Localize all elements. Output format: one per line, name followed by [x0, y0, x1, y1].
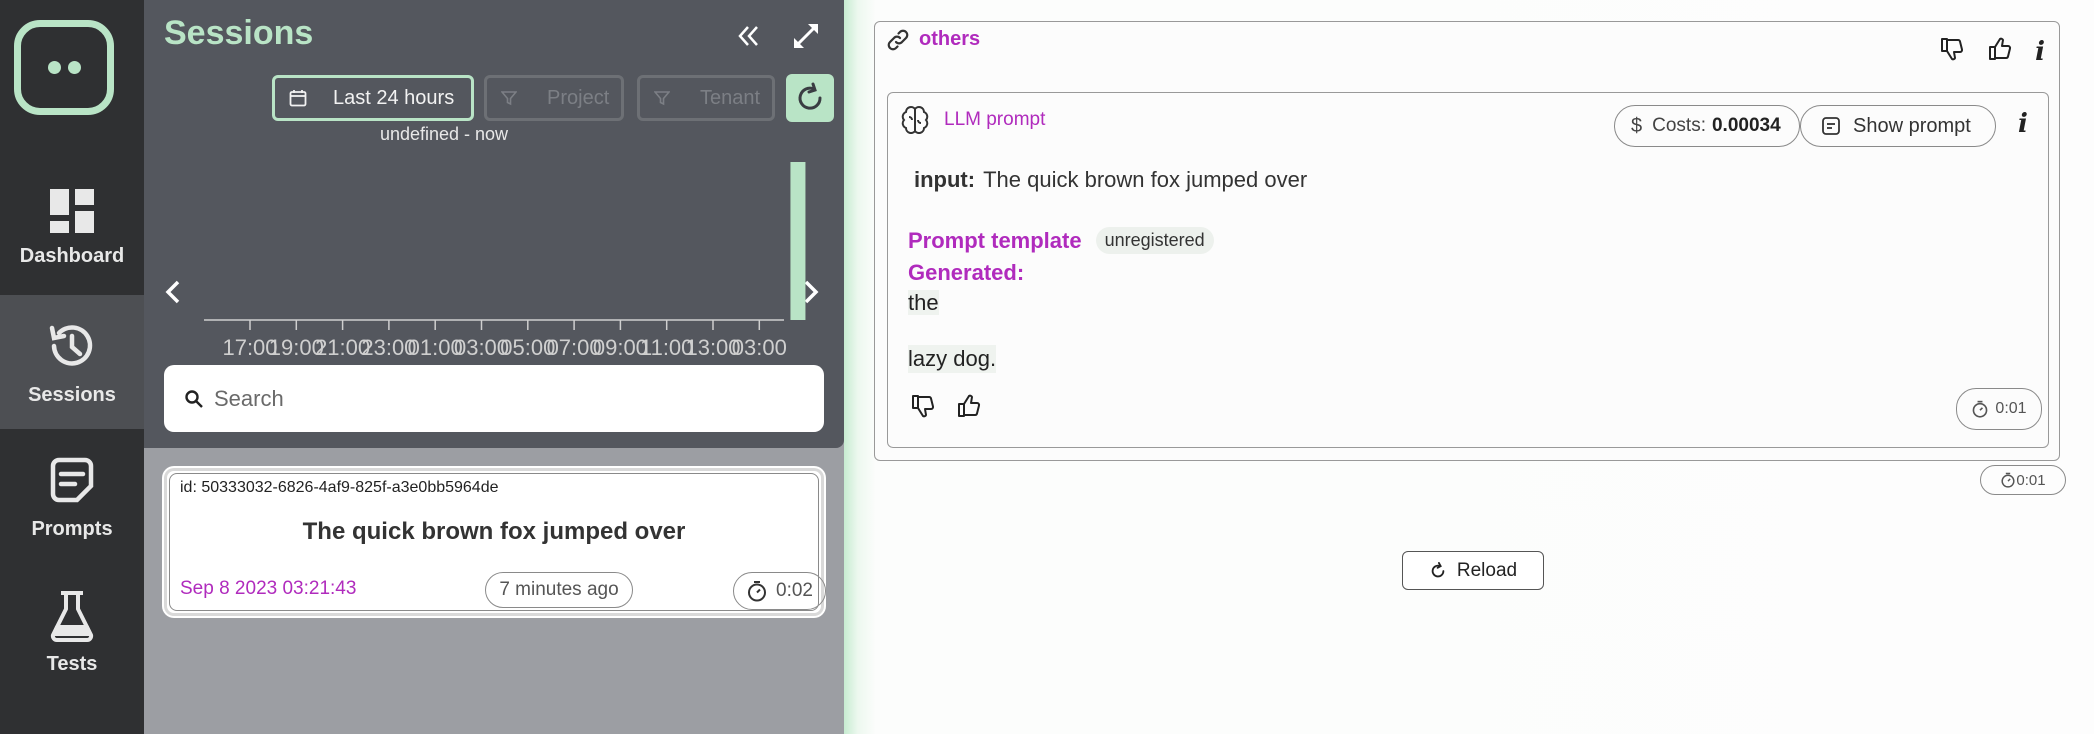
generated-text: the lazy dog. [908, 289, 997, 373]
prompt-icon [45, 454, 99, 508]
generated-line-2: lazy dog. [908, 346, 997, 371]
input-label: input: [914, 167, 976, 192]
trace-link[interactable]: others [887, 28, 980, 51]
left-nav: Dashboard Sessions Prompts Tests [0, 0, 144, 734]
nav-label-sessions: Sessions [28, 383, 116, 406]
refresh-icon [1431, 561, 1445, 577]
chart-bar [790, 162, 806, 320]
filter-icon [654, 91, 670, 106]
logo-eye-right [68, 61, 81, 74]
show-prompt-label: Show prompt [1853, 114, 1971, 137]
session-duration: 0:02 [776, 580, 813, 601]
llm-prompt-label: LLM prompt [944, 109, 1046, 130]
show-prompt-button[interactable]: Show prompt [1800, 105, 1996, 147]
history-icon [44, 318, 100, 374]
flask-icon [47, 589, 97, 643]
nav-label-tests: Tests [46, 652, 98, 675]
session-duration-badge: 0:02 [733, 572, 826, 610]
collapse-panel-button[interactable] [736, 24, 760, 53]
date-range-button[interactable]: Last 24 hours [272, 75, 474, 121]
double-chevron-left-icon [738, 26, 758, 46]
stopwatch-icon [2001, 472, 2015, 488]
session-date: Sep 8 2023 03:21:43 [180, 578, 357, 599]
nav-label-prompts: Prompts [31, 517, 113, 540]
reload-button[interactable]: Reload [1402, 551, 1544, 590]
session-id: id: 50333032-6826-4af9-825f-a3e0bb5964de [180, 479, 499, 496]
refresh-button[interactable] [786, 74, 834, 122]
costs-label: Costs: [1652, 115, 1706, 136]
llm-prompt-header: LLM prompt [900, 105, 1045, 135]
session-title: The quick brown fox jumped over [302, 518, 686, 545]
prompt-template-label: Prompt template [908, 227, 1082, 253]
search-input[interactable] [214, 385, 794, 412]
generated-line-2-wrap: lazy dog. [908, 345, 997, 373]
prompt-template-tag: unregistered [1095, 227, 1214, 254]
page-title: Sessions [164, 14, 314, 52]
sessions-panel: Sessions Last 24 hours Project Tenant un… [144, 0, 844, 734]
brain-icon [901, 106, 929, 134]
search-box[interactable] [164, 365, 824, 432]
calendar-icon [289, 90, 307, 107]
info-icon[interactable]: i [2018, 109, 2028, 139]
expand-icon [794, 24, 818, 48]
thumbs-up-icon[interactable] [1987, 36, 2013, 67]
trace-outer-box: others i LLM prompt $ Costs: 0.00034 Sho… [874, 21, 2060, 461]
dashboard-icon [48, 187, 96, 235]
llm-duration-badge: 0:01 [1956, 388, 2042, 430]
filter-icon [501, 91, 517, 106]
info-icon[interactable]: i [2035, 37, 2045, 67]
sessions-histogram: 17:0019:0021:0023:0001:0003:0005:0007:00… [165, 162, 819, 360]
session-card-body: id: 50333032-6826-4af9-825f-a3e0bb5964de… [169, 473, 826, 611]
project-filter-button[interactable]: Project [484, 75, 624, 121]
chart-x-tick-label: 03:00 [732, 335, 787, 360]
input-row: input: The quick brown fox jumped over [914, 167, 1307, 193]
thumbs-up-icon[interactable] [956, 393, 982, 424]
logo-eye-left [48, 61, 61, 74]
nav-item-sessions[interactable]: Sessions [0, 295, 144, 429]
thumbs-down-icon[interactable] [1939, 36, 1965, 67]
session-detail: others i LLM prompt $ Costs: 0.00034 Sho… [844, 0, 2094, 734]
trace-actions: i [1939, 36, 2045, 67]
input-value: The quick brown fox jumped over [983, 167, 1308, 192]
prompt-template-row: Prompt template unregistered [908, 227, 1214, 254]
prompt-icon [1822, 117, 1840, 135]
nav-label-dashboard: Dashboard [19, 244, 125, 267]
tenant-filter-label: Tenant [700, 86, 761, 109]
costs-value: 0.00034 [1711, 115, 1781, 136]
dollar-icon: $ [1631, 114, 1643, 137]
llm-duration: 0:01 [1995, 400, 2027, 417]
sessions-panel-header: Sessions Last 24 hours Project Tenant un… [144, 0, 844, 448]
stopwatch-icon [1973, 400, 1988, 418]
date-range-subtitle: undefined - now [379, 124, 509, 144]
generated-label: Generated: [908, 260, 1025, 285]
expand-panel-button[interactable] [792, 22, 820, 55]
thumbs-down-icon[interactable] [910, 393, 936, 424]
costs-badge: $ Costs: 0.00034 [1614, 105, 1800, 147]
nav-item-prompts[interactable]: Prompts [0, 430, 144, 564]
session-card[interactable]: id: 50333032-6826-4af9-825f-a3e0bb5964de… [164, 468, 826, 616]
search-icon [185, 389, 203, 408]
trace-duration-badge: 0:01 [1980, 465, 2066, 495]
generated-line-1: the [908, 290, 939, 315]
llm-prompt-box: LLM prompt $ Costs: 0.00034 Show prompt … [887, 92, 2049, 448]
session-relative-time: 7 minutes ago [485, 572, 633, 608]
trace-duration: 0:01 [2016, 471, 2046, 489]
trace-link-label: others [919, 28, 981, 50]
llm-feedback [910, 393, 982, 424]
project-filter-label: Project [547, 86, 610, 109]
stopwatch-icon [748, 581, 766, 602]
nav-item-tests[interactable]: Tests [0, 565, 144, 699]
date-range-label: Last 24 hours [333, 86, 455, 109]
tenant-filter-button[interactable]: Tenant [637, 75, 775, 121]
chart-next-icon[interactable] [804, 280, 819, 304]
chart-prev-icon[interactable] [165, 280, 180, 304]
reload-label: Reload [1456, 559, 1518, 581]
nav-item-dashboard[interactable]: Dashboard [0, 160, 144, 294]
app-logo[interactable] [14, 20, 114, 115]
link-icon [887, 29, 909, 50]
refresh-icon [798, 82, 822, 110]
